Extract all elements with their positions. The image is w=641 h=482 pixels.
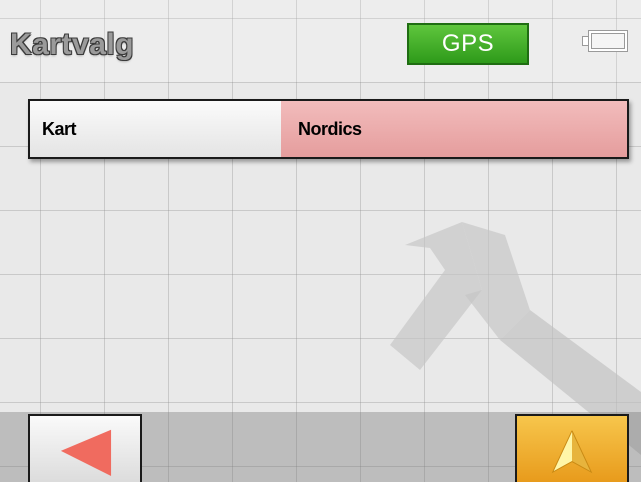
gps-status-badge[interactable]: GPS (407, 23, 529, 65)
navigation-arrow-icon (551, 430, 593, 474)
page-title: Kartvalg (10, 28, 135, 61)
map-setting-row[interactable]: Kart Nordics (28, 99, 629, 159)
map-selection-screen: Kartvalg GPS Kart Nordics (0, 0, 641, 482)
back-arrow-icon (60, 429, 112, 477)
map-setting-label: Kart (30, 101, 281, 157)
navigate-button[interactable] (515, 414, 629, 482)
map-setting-value[interactable]: Nordics (281, 101, 627, 157)
battery-body (589, 31, 627, 51)
battery-icon (583, 31, 627, 51)
back-button[interactable] (28, 414, 142, 482)
